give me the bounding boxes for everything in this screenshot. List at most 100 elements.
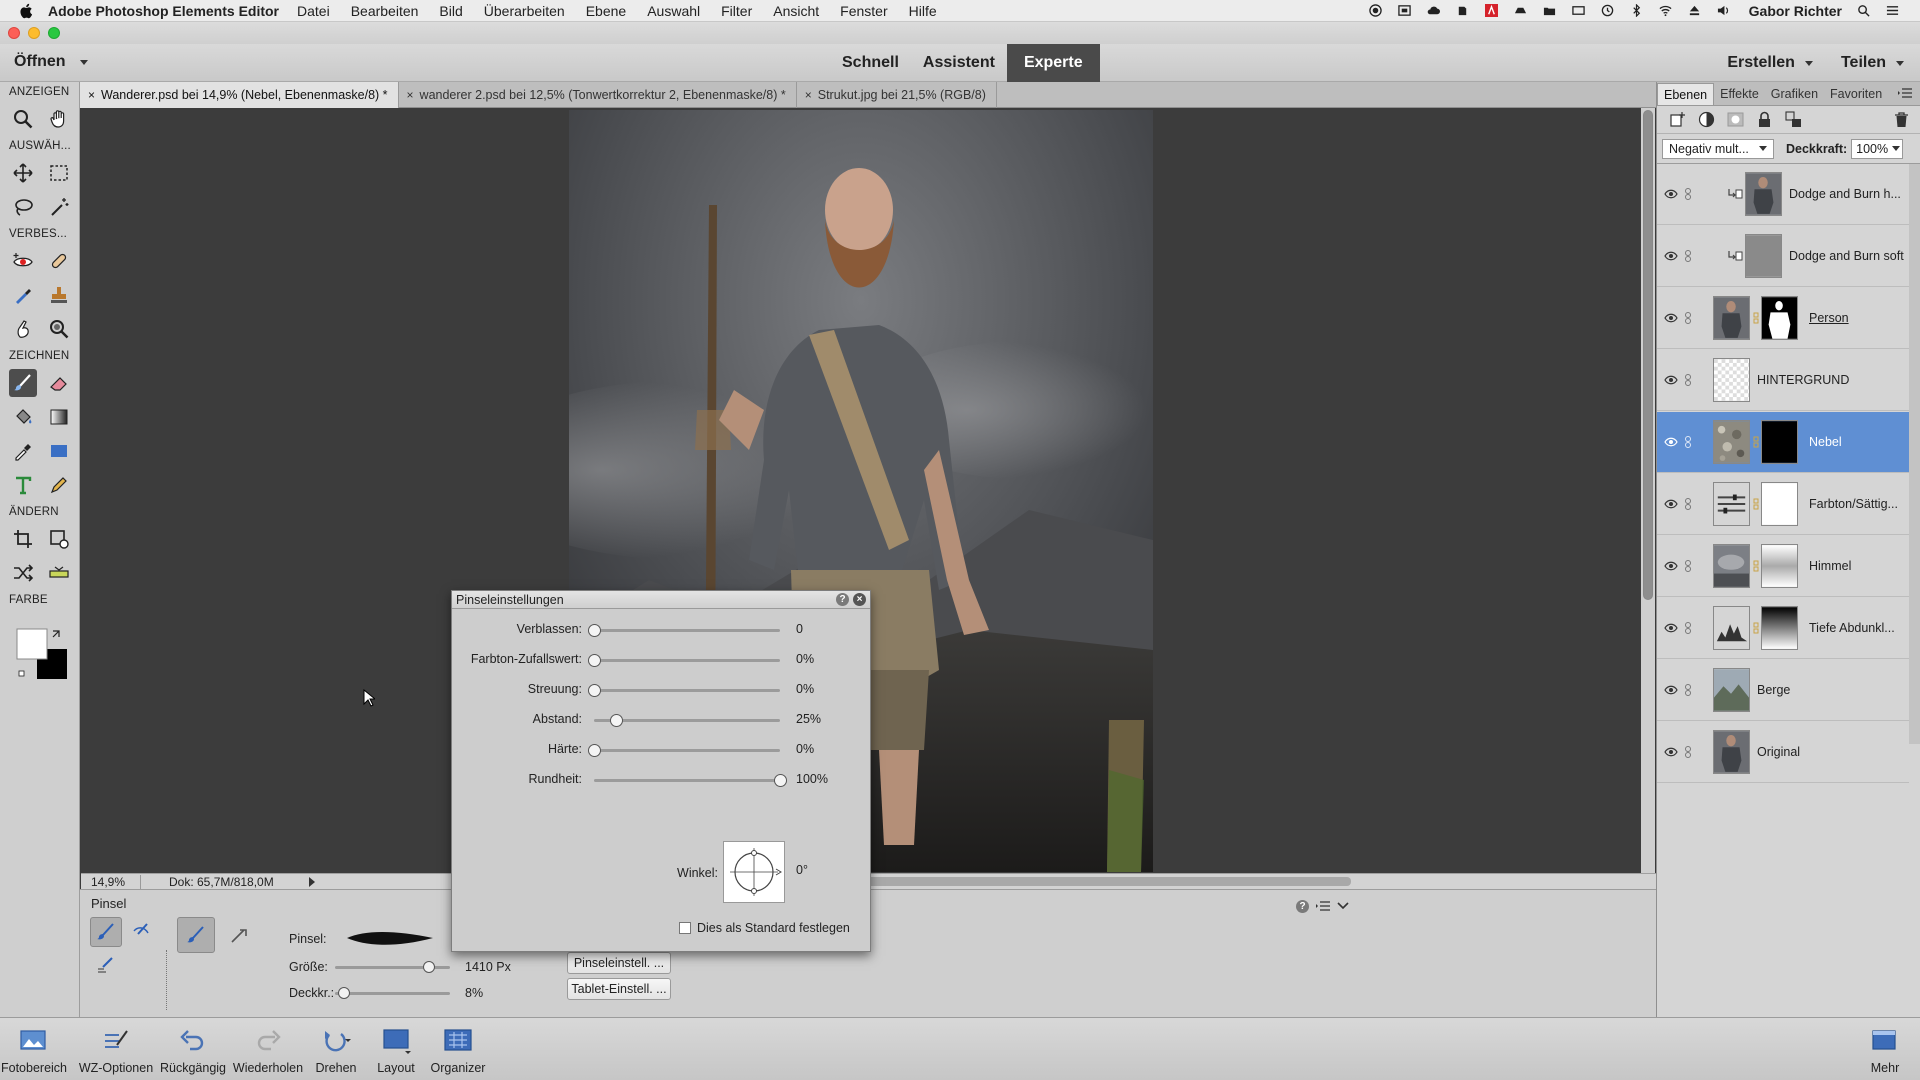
apple-icon[interactable]	[18, 2, 36, 20]
user-name[interactable]: Gabor Richter	[1749, 3, 1842, 19]
recompose-tool[interactable]	[45, 525, 73, 553]
link-icon[interactable]	[1684, 374, 1692, 386]
layer-row[interactable]: Dodge and Burn h...	[1657, 164, 1909, 225]
layer-mask-thumbnail[interactable]	[1761, 482, 1798, 526]
lock-pixels-icon[interactable]	[1785, 111, 1802, 128]
straighten-tool[interactable]	[45, 559, 73, 587]
move-tool[interactable]	[9, 159, 37, 187]
smart-brush-tool[interactable]	[9, 281, 37, 309]
menu-ebene[interactable]: Ebene	[586, 3, 626, 19]
tab-favoriten[interactable]: Favoriten	[1824, 83, 1888, 105]
adobe-icon[interactable]	[1484, 4, 1499, 17]
screen-icon[interactable]	[1397, 4, 1412, 17]
airbrush-off-button[interactable]	[177, 917, 215, 953]
doc-tab-wanderer[interactable]: × Wanderer.psd bei 14,9% (Nebel, Ebenenm…	[80, 82, 399, 108]
layer-mask-thumbnail[interactable]	[1761, 420, 1798, 464]
cloud-icon[interactable]	[1426, 4, 1441, 17]
color-swatches[interactable]	[15, 627, 71, 685]
layer-list-scrollbar[interactable]	[1909, 164, 1920, 744]
menu-ueberarbeiten[interactable]: Überarbeiten	[484, 3, 565, 19]
hand-tool[interactable]	[45, 105, 73, 133]
brush-setting-slider[interactable]	[594, 774, 787, 787]
visibility-eye-icon[interactable]	[1664, 251, 1678, 261]
layer-name[interactable]: Dodge and Burn h...	[1789, 187, 1901, 201]
tab-schnell[interactable]: Schnell	[830, 44, 911, 82]
layer-thumbnail[interactable]	[1713, 296, 1750, 340]
close-window-button[interactable]	[8, 27, 20, 39]
visibility-eye-icon[interactable]	[1664, 747, 1678, 757]
link-icon[interactable]	[1684, 746, 1692, 758]
tab-grafiken[interactable]: Grafiken	[1765, 83, 1824, 105]
layer-thumbnail[interactable]	[1745, 172, 1782, 216]
brush-setting-slider[interactable]	[594, 714, 780, 727]
link-icon[interactable]	[1684, 436, 1692, 448]
mask-link-icon[interactable]	[1753, 622, 1759, 634]
volume-icon[interactable]	[1716, 4, 1731, 17]
type-tool[interactable]	[9, 471, 37, 499]
link-icon[interactable]	[1684, 560, 1692, 572]
folder-icon[interactable]	[1542, 4, 1557, 17]
tab-ebenen[interactable]: Ebenen	[1657, 83, 1715, 105]
pencil-tool[interactable]	[45, 471, 73, 499]
layer-row[interactable]: Berge	[1657, 660, 1909, 721]
zoom-tool[interactable]	[9, 105, 37, 133]
visibility-eye-icon[interactable]	[1664, 313, 1678, 323]
brush-setting-slider-knob[interactable]	[774, 774, 787, 787]
photo-bin-button[interactable]: Fotobereich	[1, 1018, 67, 1080]
layer-name[interactable]: Berge	[1757, 683, 1790, 697]
clone-stamp-tool[interactable]	[45, 281, 73, 309]
canvas-horizontal-scrollbar[interactable]	[821, 877, 1351, 886]
healing-brush-tool[interactable]	[45, 247, 73, 275]
layer-name[interactable]: Tiefe Abdunkl...	[1809, 621, 1895, 635]
layer-thumbnail[interactable]	[1713, 606, 1750, 650]
canvas-vertical-scrollbar[interactable]	[1641, 108, 1655, 873]
layer-row[interactable]: Tiefe Abdunkl...	[1657, 598, 1909, 659]
brush-mode-button[interactable]	[90, 917, 122, 947]
menu-datei[interactable]: Datei	[297, 3, 330, 19]
mask-link-icon[interactable]	[1753, 436, 1759, 448]
new-layer-icon[interactable]	[1669, 111, 1686, 128]
tool-options-button[interactable]: WZ-Optionen	[76, 1018, 156, 1080]
chevron-down-icon[interactable]	[1337, 901, 1349, 910]
layer-name[interactable]: HINTERGRUND	[1757, 373, 1849, 387]
visibility-eye-icon[interactable]	[1664, 623, 1678, 633]
opacity-slider[interactable]	[335, 987, 450, 999]
bluetooth-icon[interactable]	[1629, 4, 1644, 17]
blend-mode-select[interactable]: Negativ mult...	[1662, 138, 1774, 159]
opacity-slider-knob[interactable]	[338, 987, 351, 999]
size-slider[interactable]	[335, 961, 450, 973]
time-machine-icon[interactable]	[1600, 4, 1615, 17]
close-icon[interactable]: ×	[407, 88, 414, 102]
mask-link-icon[interactable]	[1753, 560, 1759, 572]
close-icon[interactable]: ×	[853, 593, 866, 606]
layer-thumbnail[interactable]	[1713, 730, 1750, 774]
sponge-tool[interactable]	[45, 315, 73, 343]
brush-stroke-preview[interactable]	[345, 922, 435, 952]
layer-name[interactable]: Dodge and Burn soft	[1789, 249, 1904, 263]
set-default-option[interactable]: Dies als Standard festlegen	[679, 921, 850, 935]
layer-thumbnail[interactable]	[1713, 544, 1750, 588]
angle-roundness-control[interactable]	[723, 841, 785, 903]
menu-fenster[interactable]: Fenster	[840, 3, 887, 19]
layer-name[interactable]: Farbton/Sättig...	[1809, 497, 1898, 511]
layer-mask-thumbnail[interactable]	[1761, 544, 1798, 588]
content-aware-move-tool[interactable]	[9, 559, 37, 587]
layer-thumbnail[interactable]	[1713, 668, 1750, 712]
layer-thumbnail[interactable]	[1713, 482, 1750, 526]
size-slider-knob[interactable]	[423, 961, 436, 973]
red-eye-tool[interactable]	[9, 247, 37, 275]
layer-name[interactable]: Person	[1809, 311, 1849, 325]
blur-tool[interactable]	[9, 315, 37, 343]
tab-experte[interactable]: Experte	[1006, 44, 1100, 82]
share-menu-button[interactable]: Teilen	[1841, 54, 1904, 72]
minimize-window-button[interactable]	[28, 27, 40, 39]
menu-ansicht[interactable]: Ansicht	[773, 3, 819, 19]
notification-list-icon[interactable]	[1885, 4, 1900, 17]
help-icon[interactable]: ?	[836, 593, 849, 606]
doc-tab-strukut[interactable]: × Strukut.jpg bei 21,5% (RGB/8)	[797, 82, 997, 108]
brush-setting-slider-knob[interactable]	[588, 744, 601, 757]
link-icon[interactable]	[1684, 498, 1692, 510]
record-icon[interactable]	[1368, 4, 1383, 17]
menu-filter[interactable]: Filter	[721, 3, 752, 19]
layer-row[interactable]: Person	[1657, 288, 1909, 349]
